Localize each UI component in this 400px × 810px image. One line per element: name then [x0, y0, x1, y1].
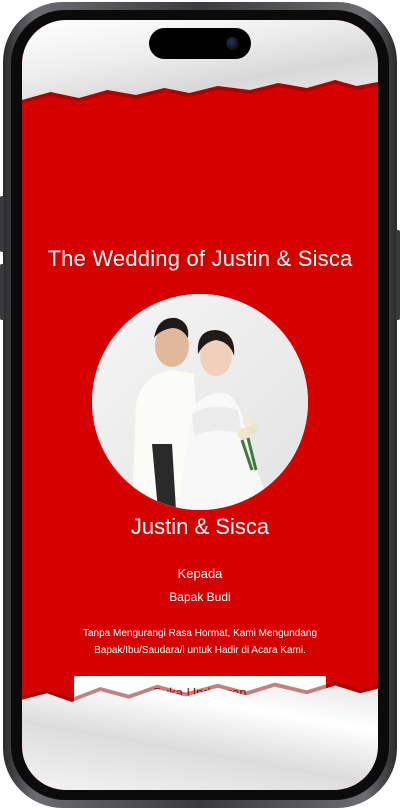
couple-photo-illustration	[92, 294, 308, 510]
couple-name: Justin & Sisca	[130, 514, 270, 539]
page-title: The Wedding of Justin & Sisca	[47, 246, 353, 271]
guest-name: Bapak Budi	[169, 590, 231, 604]
volume-button	[0, 196, 4, 252]
recipient-label: Kepada	[177, 566, 223, 581]
message-line: Bapak/Ibu/Saudara/i untuk Hadir di Acara…	[94, 645, 306, 656]
power-button	[396, 230, 400, 320]
volume-button	[0, 264, 4, 320]
camera-icon	[226, 37, 239, 50]
message-line: Tanpa Mengurangi Rasa Hormat, Kami Mengu…	[82, 628, 318, 639]
screen: The Wedding of Justin & Sisca Justin & S…	[22, 20, 378, 790]
invitation-message: Tanpa Mengurangi Rasa Hormat, Kami Mengu…	[52, 625, 348, 659]
dynamic-island	[149, 28, 251, 59]
couple-photo	[92, 294, 308, 510]
